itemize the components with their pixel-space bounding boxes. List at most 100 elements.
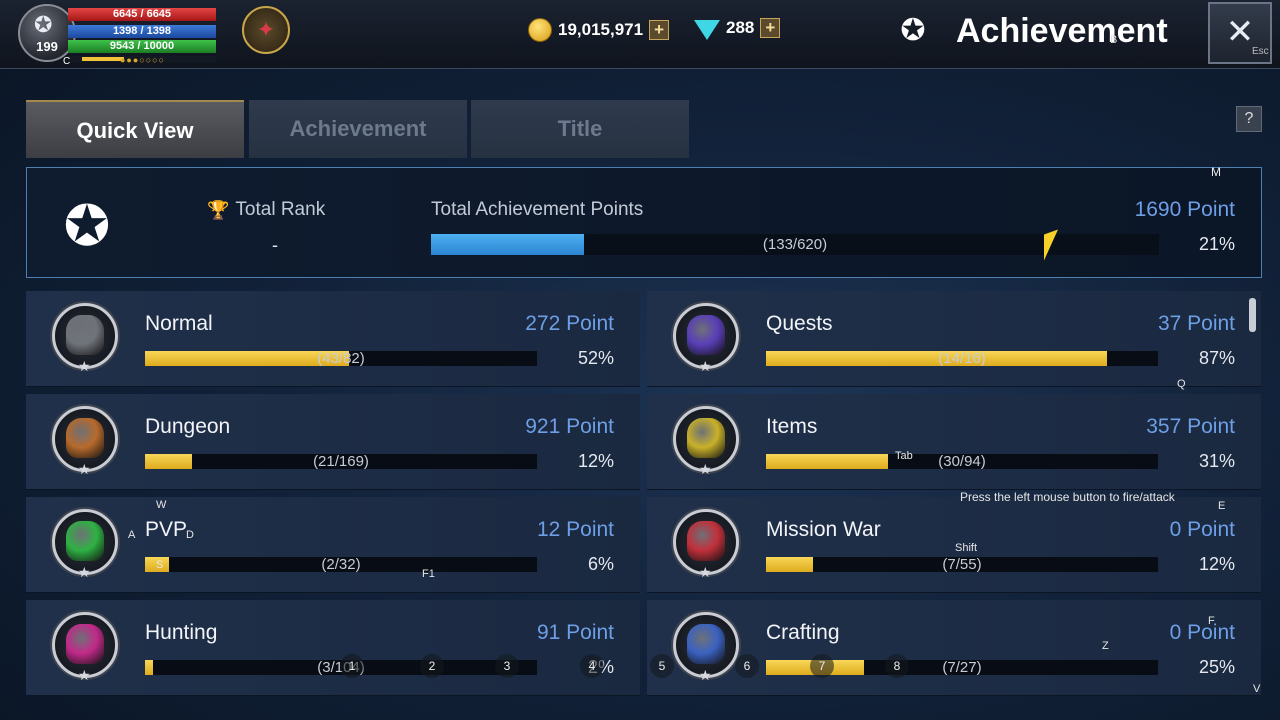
category-progress-bar: (30/94) — [766, 454, 1158, 469]
category-name: Mission War — [766, 518, 881, 541]
key-hint-v: V — [1253, 683, 1261, 695]
category-progress-count: (30/94) — [938, 453, 986, 470]
badge-star-icon: ★ — [78, 667, 91, 683]
category-card[interactable]: ★ Mission War 0 Point (7/55) 12% — [647, 497, 1261, 593]
category-progress-percent: 31% — [1198, 451, 1235, 471]
category-badge-head — [687, 521, 725, 561]
help-button[interactable]: ? — [1236, 106, 1262, 132]
mouse-cursor-icon — [1044, 229, 1058, 261]
key-hint-a: A — [128, 529, 136, 541]
key-hint-6: 6 — [735, 654, 759, 678]
key-hint-f1: F1 — [422, 568, 435, 580]
mp-bar: 1398 / 1398 — [68, 25, 216, 38]
gold-coin-icon — [528, 18, 552, 42]
category-badge-head — [66, 521, 104, 561]
badge-star-icon: ★ — [78, 564, 91, 580]
list-scrollbar[interactable] — [1249, 298, 1256, 332]
category-card[interactable]: ★ PVP 12 Point (2/32) 6% — [26, 497, 640, 593]
category-progress-bar: (2/32) — [145, 557, 537, 572]
class-letter: C — [63, 56, 71, 67]
category-progress-bar: (43/82) — [145, 351, 537, 366]
key-hint-s: S — [156, 559, 164, 571]
category-points: 91 Point — [536, 621, 614, 644]
key-hint-q: Q — [1177, 378, 1186, 390]
category-badge-head — [687, 624, 725, 664]
category-badge-head — [687, 418, 725, 458]
key-hint-4: 4 — [580, 654, 604, 678]
badge-star-icon: ★ — [699, 358, 712, 374]
category-badge-icon: ★ — [52, 406, 118, 477]
total-points-label: Total Achievement Points — [431, 199, 644, 220]
category-badge-icon: ★ — [673, 406, 739, 477]
key-hint-tab: Tab — [895, 450, 913, 462]
category-points: 357 Point — [1146, 415, 1235, 438]
achievement-summary-panel: ✪ 🏆 Total Rank - Total Achievement Point… — [26, 165, 1262, 278]
category-progress-count: (43/82) — [317, 350, 365, 367]
hp-bar: 6645 / 6645 — [68, 8, 216, 21]
guild-emblem-icon[interactable]: ✦ — [242, 6, 290, 54]
category-card[interactable]: ★Hunting91 Point(3/104)2% — [26, 600, 640, 696]
category-badge-icon: ★ — [673, 509, 739, 580]
screen-title: Achievement — [956, 12, 1168, 50]
category-badge-icon: ★ — [52, 303, 118, 374]
gold-amount: 19,015,971 — [558, 20, 644, 39]
achievement-emblem-icon: ✪ — [900, 14, 926, 47]
key-hint-b: B — [1110, 34, 1118, 46]
add-gold-button[interactable]: + — [649, 20, 670, 40]
category-badge-head — [687, 315, 725, 355]
add-gems-button[interactable]: + — [760, 18, 781, 38]
tab-title[interactable]: Title — [471, 100, 689, 158]
badge-star-icon: ★ — [699, 667, 712, 683]
category-name: Dungeon — [145, 415, 231, 438]
key-hint-2: 2 — [420, 654, 444, 678]
badge-star-icon: ★ — [78, 358, 91, 374]
category-progress-bar: (14/16) — [766, 351, 1158, 366]
category-progress-percent: 12% — [577, 451, 614, 471]
category-card[interactable]: ★ Quests 37 Point (14/16) 87% — [647, 291, 1261, 387]
category-points: 37 Point — [1157, 312, 1235, 335]
category-badge-head — [66, 418, 104, 458]
category-progress-percent: 52% — [577, 348, 614, 368]
key-hint-8: 8 — [885, 654, 909, 678]
category-card[interactable]: ★ Normal 272 Point (43/82) 52% — [26, 291, 640, 387]
tab-achievement[interactable]: Achievement — [249, 100, 467, 158]
category-name: Hunting — [145, 621, 218, 644]
key-hint-f: F — [1208, 615, 1215, 627]
category-progress-percent: 87% — [1198, 348, 1235, 368]
key-hint-7: 7 — [810, 654, 834, 678]
category-name: Normal — [145, 312, 213, 335]
category-points: 12 Point — [536, 518, 614, 541]
key-hint-1: 1 — [340, 654, 364, 678]
category-progress-bar: (7/55) — [766, 557, 1158, 572]
total-rank-value: - — [272, 235, 278, 255]
tab-quick-view[interactable]: Quick View — [26, 100, 244, 158]
category-badge-icon: ★ — [673, 612, 739, 683]
category-card[interactable]: ★ Items 357 Point (30/94) 31% — [647, 394, 1261, 490]
laurel-star-emblem-icon: ✪ — [63, 194, 111, 257]
key-hint-shift: Shift — [955, 542, 978, 554]
total-rank-text: Total Rank — [235, 199, 326, 220]
category-badge-icon: ★ — [52, 509, 118, 580]
category-name: Items — [766, 415, 818, 438]
badge-star-icon: ★ — [78, 461, 91, 477]
key-hint-5: 5 — [650, 654, 674, 678]
category-points: 0 Point — [1169, 518, 1235, 541]
category-badge-head — [66, 624, 104, 664]
attack-tooltip: Press the left mouse button to fire/atta… — [960, 490, 1175, 504]
key-hint-e: E — [1218, 500, 1226, 512]
category-progress-percent: 12% — [1198, 554, 1235, 574]
stamina-bar: 9543 / 10000 — [68, 40, 216, 53]
category-points: 272 Point — [525, 312, 614, 335]
category-progress-count: (14/16) — [938, 350, 986, 367]
category-badge-icon: ★ — [52, 612, 118, 683]
buff-dots: ●●●○○○○ — [120, 55, 166, 65]
category-progress-count: (21/169) — [313, 453, 369, 470]
total-progress-percent: 21% — [1198, 234, 1235, 254]
player-level: 199 — [36, 39, 58, 54]
category-card[interactable]: ★ Dungeon 921 Point (21/169) 12% — [26, 394, 640, 490]
category-name: Crafting — [766, 621, 840, 644]
category-name: PVP — [145, 518, 188, 541]
category-badge-icon: ★ — [673, 303, 739, 374]
category-card[interactable]: ★ Crafting 0 Point (7/27) 25% — [647, 600, 1261, 696]
gem-icon — [694, 20, 720, 40]
